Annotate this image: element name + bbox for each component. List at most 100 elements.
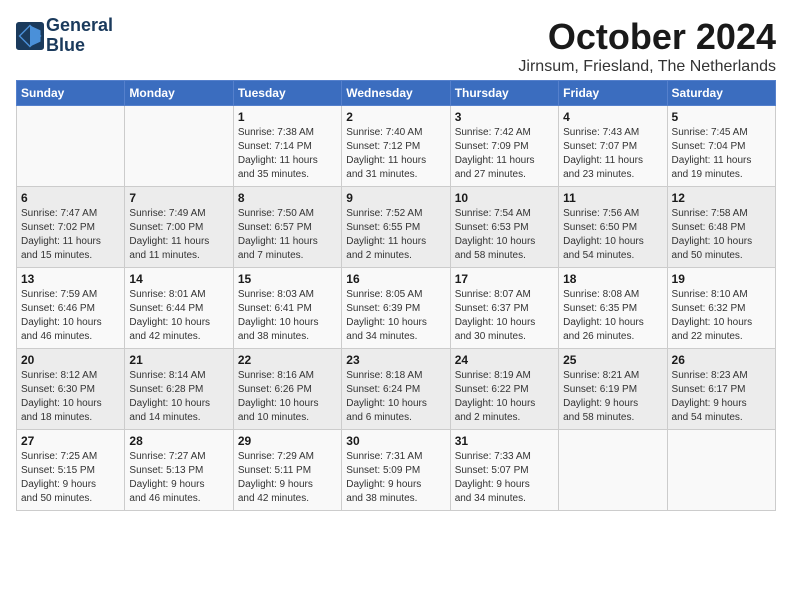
calendar-cell: 12Sunrise: 7:58 AM Sunset: 6:48 PM Dayli… <box>667 187 775 268</box>
header-friday: Friday <box>559 81 667 106</box>
day-info: Sunrise: 8:10 AM Sunset: 6:32 PM Dayligh… <box>672 288 771 344</box>
day-number: 2 <box>346 110 445 124</box>
calendar-cell: 8 Sunrise: 7:50 AM Sunset: 6:57 PM Daylig… <box>233 187 341 268</box>
page-subtitle: Jirnsum, Friesland, The Netherlands <box>518 58 776 76</box>
day-info: Sunrise: 7:43 AM Sunset: 7:07 PM Dayligh… <box>563 126 662 182</box>
day-number: 20 <box>21 353 120 367</box>
day-number: 21 <box>129 353 228 367</box>
title-block: October 2024 Jirnsum, Friesland, The Net… <box>518 16 776 76</box>
day-number: 8 <box>238 191 337 205</box>
calendar-cell: 29Sunrise: 7:29 AM Sunset: 5:11 PM Dayli… <box>233 430 341 511</box>
day-number: 5 <box>672 110 771 124</box>
day-info: Sunrise: 7:59 AM Sunset: 6:46 PM Dayligh… <box>21 288 120 344</box>
day-info: Sunrise: 7:38 AM Sunset: 7:14 PM Dayligh… <box>238 126 337 182</box>
day-info: Sunrise: 8:07 AM Sunset: 6:37 PM Dayligh… <box>455 288 554 344</box>
calendar-cell: 31 Sunrise: 7:33 AM Sunset: 5:07 PM Dayli… <box>450 430 558 511</box>
day-number: 13 <box>21 272 120 286</box>
day-info: Sunrise: 8:12 AM Sunset: 6:30 PM Dayligh… <box>21 369 120 425</box>
day-info: Sunrise: 7:33 AM Sunset: 5:07 PM Dayligh… <box>455 450 554 506</box>
calendar-cell: 27 Sunrise: 7:25 AM Sunset: 5:15 PM Dayli… <box>17 430 125 511</box>
calendar-cell: 7 Sunrise: 7:49 AM Sunset: 7:00 PM Daylig… <box>125 187 233 268</box>
day-info: Sunrise: 7:31 AM Sunset: 5:09 PM Dayligh… <box>346 450 445 506</box>
day-number: 6 <box>21 191 120 205</box>
calendar-cell <box>125 106 233 187</box>
week-row-2: 6 Sunrise: 7:47 AM Sunset: 7:02 PM Daylig… <box>17 187 776 268</box>
logo-text: General Blue <box>46 16 113 56</box>
calendar-cell: 23 Sunrise: 8:18 AM Sunset: 6:24 PM Dayli… <box>342 349 450 430</box>
day-info: Sunrise: 7:49 AM Sunset: 7:00 PM Dayligh… <box>129 207 228 263</box>
calendar-cell: 3 Sunrise: 7:42 AM Sunset: 7:09 PM Daylig… <box>450 106 558 187</box>
calendar-cell: 1Sunrise: 7:38 AM Sunset: 7:14 PM Daylig… <box>233 106 341 187</box>
calendar-cell: 25Sunrise: 8:21 AM Sunset: 6:19 PM Dayli… <box>559 349 667 430</box>
header-saturday: Saturday <box>667 81 775 106</box>
calendar-cell <box>667 430 775 511</box>
week-row-5: 27 Sunrise: 7:25 AM Sunset: 5:15 PM Dayli… <box>17 430 776 511</box>
day-info: Sunrise: 7:25 AM Sunset: 5:15 PM Dayligh… <box>21 450 120 506</box>
day-number: 3 <box>455 110 554 124</box>
day-number: 22 <box>238 353 337 367</box>
day-number: 31 <box>455 434 554 448</box>
calendar-cell: 30Sunrise: 7:31 AM Sunset: 5:09 PM Dayli… <box>342 430 450 511</box>
day-number: 14 <box>129 272 228 286</box>
calendar-cell: 14 Sunrise: 8:01 AM Sunset: 6:44 PM Dayli… <box>125 268 233 349</box>
calendar-cell: 17Sunrise: 8:07 AM Sunset: 6:37 PM Dayli… <box>450 268 558 349</box>
day-info: Sunrise: 8:05 AM Sunset: 6:39 PM Dayligh… <box>346 288 445 344</box>
logo: General Blue <box>16 16 113 56</box>
day-info: Sunrise: 7:54 AM Sunset: 6:53 PM Dayligh… <box>455 207 554 263</box>
day-info: Sunrise: 8:23 AM Sunset: 6:17 PM Dayligh… <box>672 369 771 425</box>
header-tuesday: Tuesday <box>233 81 341 106</box>
calendar-cell: 24 Sunrise: 8:19 AM Sunset: 6:22 PM Dayli… <box>450 349 558 430</box>
day-info: Sunrise: 7:47 AM Sunset: 7:02 PM Dayligh… <box>21 207 120 263</box>
day-number: 15 <box>238 272 337 286</box>
day-number: 10 <box>455 191 554 205</box>
page-title: October 2024 <box>518 16 776 58</box>
day-number: 27 <box>21 434 120 448</box>
header-row: SundayMondayTuesdayWednesdayThursdayFrid… <box>17 81 776 106</box>
day-info: Sunrise: 8:16 AM Sunset: 6:26 PM Dayligh… <box>238 369 337 425</box>
day-number: 19 <box>672 272 771 286</box>
page-header: General Blue October 2024 Jirnsum, Fries… <box>16 16 776 76</box>
calendar-cell: 4 Sunrise: 7:43 AM Sunset: 7:07 PM Daylig… <box>559 106 667 187</box>
day-info: Sunrise: 8:01 AM Sunset: 6:44 PM Dayligh… <box>129 288 228 344</box>
calendar-cell: 22 Sunrise: 8:16 AM Sunset: 6:26 PM Dayli… <box>233 349 341 430</box>
logo-line1: General <box>46 16 113 36</box>
day-info: Sunrise: 8:08 AM Sunset: 6:35 PM Dayligh… <box>563 288 662 344</box>
day-number: 4 <box>563 110 662 124</box>
day-info: Sunrise: 7:40 AM Sunset: 7:12 PM Dayligh… <box>346 126 445 182</box>
calendar-cell <box>559 430 667 511</box>
calendar-cell: 5 Sunrise: 7:45 AM Sunset: 7:04 PM Daylig… <box>667 106 775 187</box>
day-info: Sunrise: 7:52 AM Sunset: 6:55 PM Dayligh… <box>346 207 445 263</box>
header-wednesday: Wednesday <box>342 81 450 106</box>
day-number: 24 <box>455 353 554 367</box>
day-number: 9 <box>346 191 445 205</box>
logo-icon <box>16 22 44 50</box>
week-row-1: 1Sunrise: 7:38 AM Sunset: 7:14 PM Daylig… <box>17 106 776 187</box>
day-number: 25 <box>563 353 662 367</box>
day-info: Sunrise: 8:18 AM Sunset: 6:24 PM Dayligh… <box>346 369 445 425</box>
day-number: 23 <box>346 353 445 367</box>
calendar-cell: 18Sunrise: 8:08 AM Sunset: 6:35 PM Dayli… <box>559 268 667 349</box>
calendar-cell: 10 Sunrise: 7:54 AM Sunset: 6:53 PM Dayli… <box>450 187 558 268</box>
day-info: Sunrise: 7:42 AM Sunset: 7:09 PM Dayligh… <box>455 126 554 182</box>
day-number: 16 <box>346 272 445 286</box>
header-monday: Monday <box>125 81 233 106</box>
calendar-cell: 16 Sunrise: 8:05 AM Sunset: 6:39 PM Dayli… <box>342 268 450 349</box>
calendar-cell <box>17 106 125 187</box>
calendar-cell: 20 Sunrise: 8:12 AM Sunset: 6:30 PM Dayli… <box>17 349 125 430</box>
day-number: 7 <box>129 191 228 205</box>
day-info: Sunrise: 7:45 AM Sunset: 7:04 PM Dayligh… <box>672 126 771 182</box>
logo-line2: Blue <box>46 36 113 56</box>
day-info: Sunrise: 7:50 AM Sunset: 6:57 PM Dayligh… <box>238 207 337 263</box>
header-sunday: Sunday <box>17 81 125 106</box>
day-info: Sunrise: 8:03 AM Sunset: 6:41 PM Dayligh… <box>238 288 337 344</box>
calendar-cell: 11 Sunrise: 7:56 AM Sunset: 6:50 PM Dayli… <box>559 187 667 268</box>
day-info: Sunrise: 7:56 AM Sunset: 6:50 PM Dayligh… <box>563 207 662 263</box>
calendar-cell: 26 Sunrise: 8:23 AM Sunset: 6:17 PM Dayli… <box>667 349 775 430</box>
calendar-cell: 28Sunrise: 7:27 AM Sunset: 5:13 PM Dayli… <box>125 430 233 511</box>
day-number: 11 <box>563 191 662 205</box>
header-thursday: Thursday <box>450 81 558 106</box>
day-number: 26 <box>672 353 771 367</box>
calendar-cell: 9 Sunrise: 7:52 AM Sunset: 6:55 PM Daylig… <box>342 187 450 268</box>
day-info: Sunrise: 8:19 AM Sunset: 6:22 PM Dayligh… <box>455 369 554 425</box>
week-row-3: 13 Sunrise: 7:59 AM Sunset: 6:46 PM Dayli… <box>17 268 776 349</box>
